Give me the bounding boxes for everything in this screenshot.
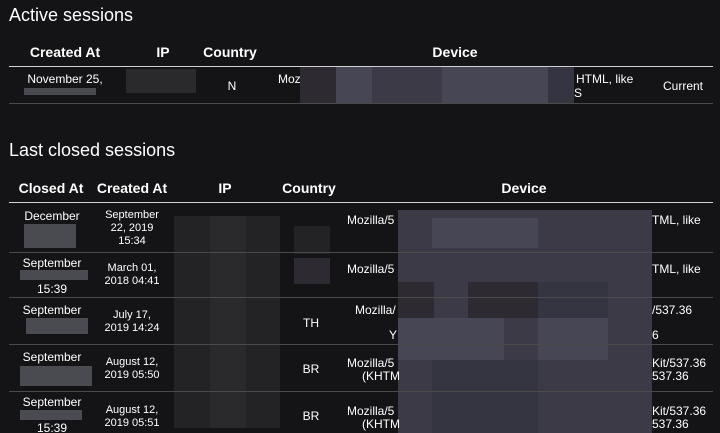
device-cell-end-1: Kit/537.36 [652,404,707,418]
created-at-line-2: 2018 04:41 [104,275,160,287]
created-at-line-1: August 12, [105,356,159,368]
row-divider [9,391,713,392]
redacted-ip-col-a [174,216,210,428]
created-at-line-2: 2019 05:50 [104,369,160,381]
created-at-line-3: 15:34 [118,235,146,247]
redacted-closed-at [20,410,82,420]
device-cell-start-1: Mozilla/5 [347,356,395,370]
row-divider [9,252,713,253]
created-at-line-2: 22, 2019 [110,222,154,234]
col-closed-at: Closed At [18,180,84,196]
closed-at-cell: September [22,256,82,270]
device-cell-end-2: S [574,86,583,100]
closed-sessions-title: Last closed sessions [9,140,176,160]
created-at-line-1: August 12, [105,404,159,416]
redacted-created-at [24,88,96,95]
device-cell-end-2: 537.36 [652,369,689,383]
header-divider [9,202,713,203]
device-cell-start: Mozilla/5 [347,262,395,276]
device-cell-start-2: Y [389,328,398,342]
device-cell-start-1: Mozilla/5 [347,404,395,418]
row-divider [9,344,713,345]
redacted-device-4 [442,67,548,104]
closed-at-cell: September [22,350,82,364]
active-sessions-title: Active sessions [9,5,134,25]
row-divider [9,103,713,104]
redacted-device-tile [432,360,538,433]
redacted-device-tile [468,218,538,248]
redacted-closed-at [20,270,88,280]
device-cell-start-2: (KHTM [362,369,400,383]
sessions-page: Active sessions Created At IP Country De… [0,0,720,433]
col-device: Device [432,44,478,60]
device-cell-end-1: HTML, like [576,72,634,86]
closed-at-extra: 15:39 [36,421,68,433]
redacted-device-tile [538,318,608,360]
redacted-closed-at [24,224,76,248]
redacted-ip-col-b [210,216,246,428]
created-at-line-1: September [105,209,159,221]
redacted-device-3 [372,67,442,104]
redacted-device-tile [398,318,504,360]
col-ip: IP [156,44,170,60]
col-created-at: Created At [29,44,101,60]
created-at-line-1: March 01, [107,262,157,274]
created-at-cell: November 25, [27,72,103,86]
redacted-closed-at [26,318,88,334]
device-cell-end: TML, like [652,213,701,227]
redacted-device-1 [300,67,336,104]
redacted-country [294,258,330,284]
redacted-ip-col-c [246,216,280,428]
redacted-device-5 [548,67,574,104]
closed-at-cell: December [24,209,80,223]
closed-at-extra: 15:39 [36,282,68,296]
closed-at-cell: September [22,395,82,409]
redacted-device-tile [468,282,538,318]
created-at-line-2: 2019 05:51 [104,417,160,429]
redacted-device-tile [432,218,468,248]
col-country: Country [282,180,336,196]
redacted-ip [126,69,196,93]
col-created-at: Created At [96,180,168,196]
created-at-line-1: July 17, [113,309,151,321]
redacted-device-tile [398,282,434,318]
device-cell-start-2: (KHTM [362,417,400,431]
col-ip: IP [218,180,232,196]
device-cell-end-2: 6 [652,328,659,342]
created-at-line-2: 2019 14:24 [104,322,160,334]
country-cell: BR [302,409,320,423]
redacted-device-tile [538,282,608,318]
device-cell-start: Mozilla/5 [347,213,395,227]
country-cell: N [227,79,237,93]
col-device: Device [501,180,547,196]
redacted-closed-at [20,366,92,386]
country-cell: TH [303,316,319,330]
country-cell: BR [302,362,320,376]
col-country: Country [203,44,257,60]
row-divider [9,297,713,298]
redacted-device-2 [336,67,372,104]
redacted-country [294,226,330,254]
device-cell-end-1: Kit/537.36 [652,356,707,370]
device-cell-start-1: Mozilla/ [355,303,396,317]
device-cell-end: TML, like [652,262,701,276]
session-status: Current [662,79,703,93]
device-cell-end-2: 537.36 [652,417,689,431]
closed-at-cell: September [22,303,82,317]
device-cell-end-1: /537.36 [652,303,693,317]
